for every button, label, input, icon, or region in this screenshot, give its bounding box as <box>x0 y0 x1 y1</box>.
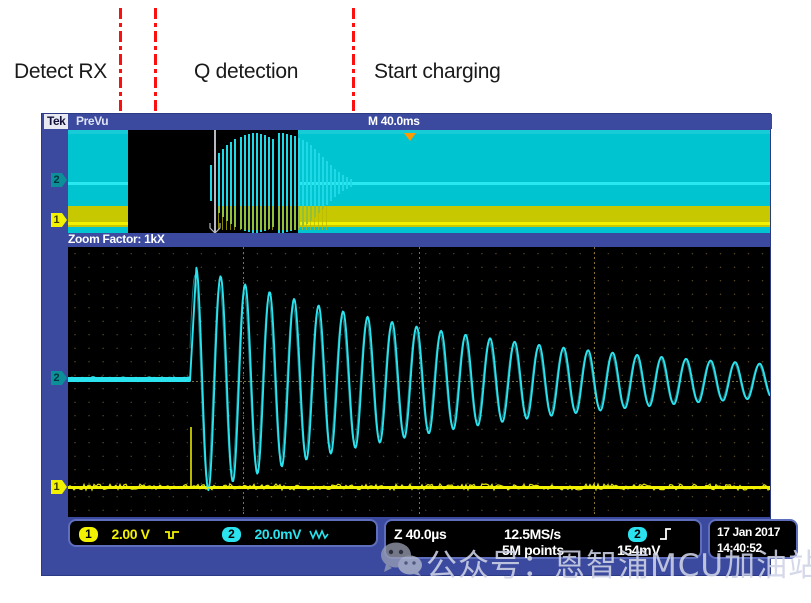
acquisition-status: PreVu <box>76 114 109 128</box>
overview-burst-line-ch1 <box>326 206 327 230</box>
tek-logo: Tek <box>44 114 69 129</box>
overview-burst-line-ch1 <box>314 206 315 230</box>
overview-burst-line-ch1 <box>234 206 235 230</box>
overview-burst-line-ch1 <box>298 206 299 230</box>
scope-title-bar: Tek PreVu M 40.0ms <box>42 114 772 129</box>
overview-burst-line-ch1 <box>302 206 303 230</box>
ch1-badge: 1 <box>79 527 98 543</box>
overview-burst-line-ch1 <box>260 206 261 230</box>
vertical-settings-box[interactable]: 1 2.00 V 2 20.0mV <box>68 519 378 547</box>
overview-burst-line-ch1 <box>268 206 269 230</box>
ch1-readout[interactable]: 1 2.00 V <box>79 526 180 544</box>
overview-burst-line-ch1 <box>282 206 283 230</box>
zoom-timebase: Z 40.0µs <box>394 526 447 542</box>
overview-burst-line-ch1 <box>278 206 279 230</box>
phase-divider-1 <box>119 8 122 113</box>
ch2-coupling-icon <box>308 529 329 541</box>
overview-burst-line-ch1 <box>318 206 319 230</box>
phase-label-detect-rx: Detect RX <box>14 60 107 83</box>
overview-burst-line-ch1 <box>306 206 307 230</box>
overview-burst-line-ch1 <box>322 206 323 230</box>
datetime-box: 17 Jan 2017 14:40:52 <box>708 519 798 559</box>
oscilloscope-screen: Tek PreVu M 40.0ms 2 1 Zoom Factor: 1kX <box>41 113 798 576</box>
overview-burst-line-ch1 <box>290 206 291 230</box>
overview-burst-line <box>350 179 352 187</box>
overview-burst-line-ch1 <box>264 206 265 230</box>
main-waveform-graticule[interactable] <box>68 247 770 517</box>
main-ch1-marker[interactable]: 1 <box>51 480 67 494</box>
overview-burst-line-ch1 <box>272 206 273 230</box>
main-ch2-damped-oscillation-trace <box>68 266 770 492</box>
overview-burst-line <box>218 153 220 213</box>
overview-burst-line-ch1 <box>222 206 223 230</box>
overview-burst-line-ch1 <box>252 206 253 230</box>
overview-burst-line-ch1 <box>240 206 241 230</box>
overview-burst-line <box>210 165 212 201</box>
trigger-source-badge: 2 <box>628 527 647 542</box>
phase-label-q-detection: Q detection <box>194 60 299 83</box>
overview-burst-line-ch1 <box>248 206 249 230</box>
overview-burst-line <box>322 157 324 209</box>
trigger-level: 154mV <box>617 542 661 558</box>
ch2-readout[interactable]: 2 20.0mV <box>222 526 329 544</box>
scope-date: 17 Jan 2017 <box>717 525 780 539</box>
phase-label-start-charging: Start charging <box>374 60 501 83</box>
trigger-position-marker-icon <box>404 133 416 141</box>
overview-burst-line <box>338 172 340 194</box>
ch2-badge: 2 <box>222 527 241 543</box>
ch2-scale: 20.0mV <box>254 526 302 542</box>
phase-divider-3 <box>352 8 355 113</box>
overview-burst-line <box>342 175 344 191</box>
sample-rate: 12.5MS/s <box>504 526 561 542</box>
overview-burst-line-ch1 <box>244 206 245 230</box>
overview-burst-line-ch1 <box>256 206 257 230</box>
overview-cursor-arrow-icon <box>209 223 221 233</box>
horizontal-settings-box[interactable]: Z 40.0µs 12.5MS/s 5M points 2 154mV <box>384 519 702 559</box>
overview-burst-line <box>346 177 348 189</box>
ch1-scale: 2.00 V <box>111 526 150 542</box>
overview-zoom-cursor[interactable] <box>214 130 216 233</box>
overview-waveform-pane[interactable] <box>68 130 770 233</box>
annotation-band: Detect RX Q detection Start charging <box>0 0 811 113</box>
phase-divider-2 <box>154 8 157 113</box>
overview-burst-line <box>318 153 320 213</box>
overview-burst-line-ch1 <box>294 206 295 230</box>
main-timebase-label: M 40.0ms <box>368 114 420 128</box>
ch1-coupling-icon <box>164 531 179 540</box>
zoom-factor-label: Zoom Factor: 1kX <box>68 232 165 246</box>
overview-ch1-marker[interactable]: 1 <box>51 213 67 227</box>
scope-time: 14:40:52 <box>717 541 762 555</box>
main-ch2-marker[interactable]: 2 <box>51 371 67 385</box>
overview-burst-line <box>330 165 332 201</box>
overview-ch2-marker[interactable]: 2 <box>51 173 67 187</box>
overview-burst-line-ch1 <box>310 206 311 230</box>
readout-bar: 1 2.00 V 2 20.0mV Z 40.0µs 12.5MS/s 5M p… <box>68 519 798 561</box>
overview-burst-line-ch1 <box>286 206 287 230</box>
overview-burst-line-ch1 <box>226 206 227 230</box>
overview-burst-line <box>334 169 336 197</box>
overview-burst-line <box>326 161 328 205</box>
record-length: 5M points <box>502 542 564 558</box>
overview-burst-line-ch1 <box>230 206 231 230</box>
trigger-slope-icon <box>660 528 671 540</box>
